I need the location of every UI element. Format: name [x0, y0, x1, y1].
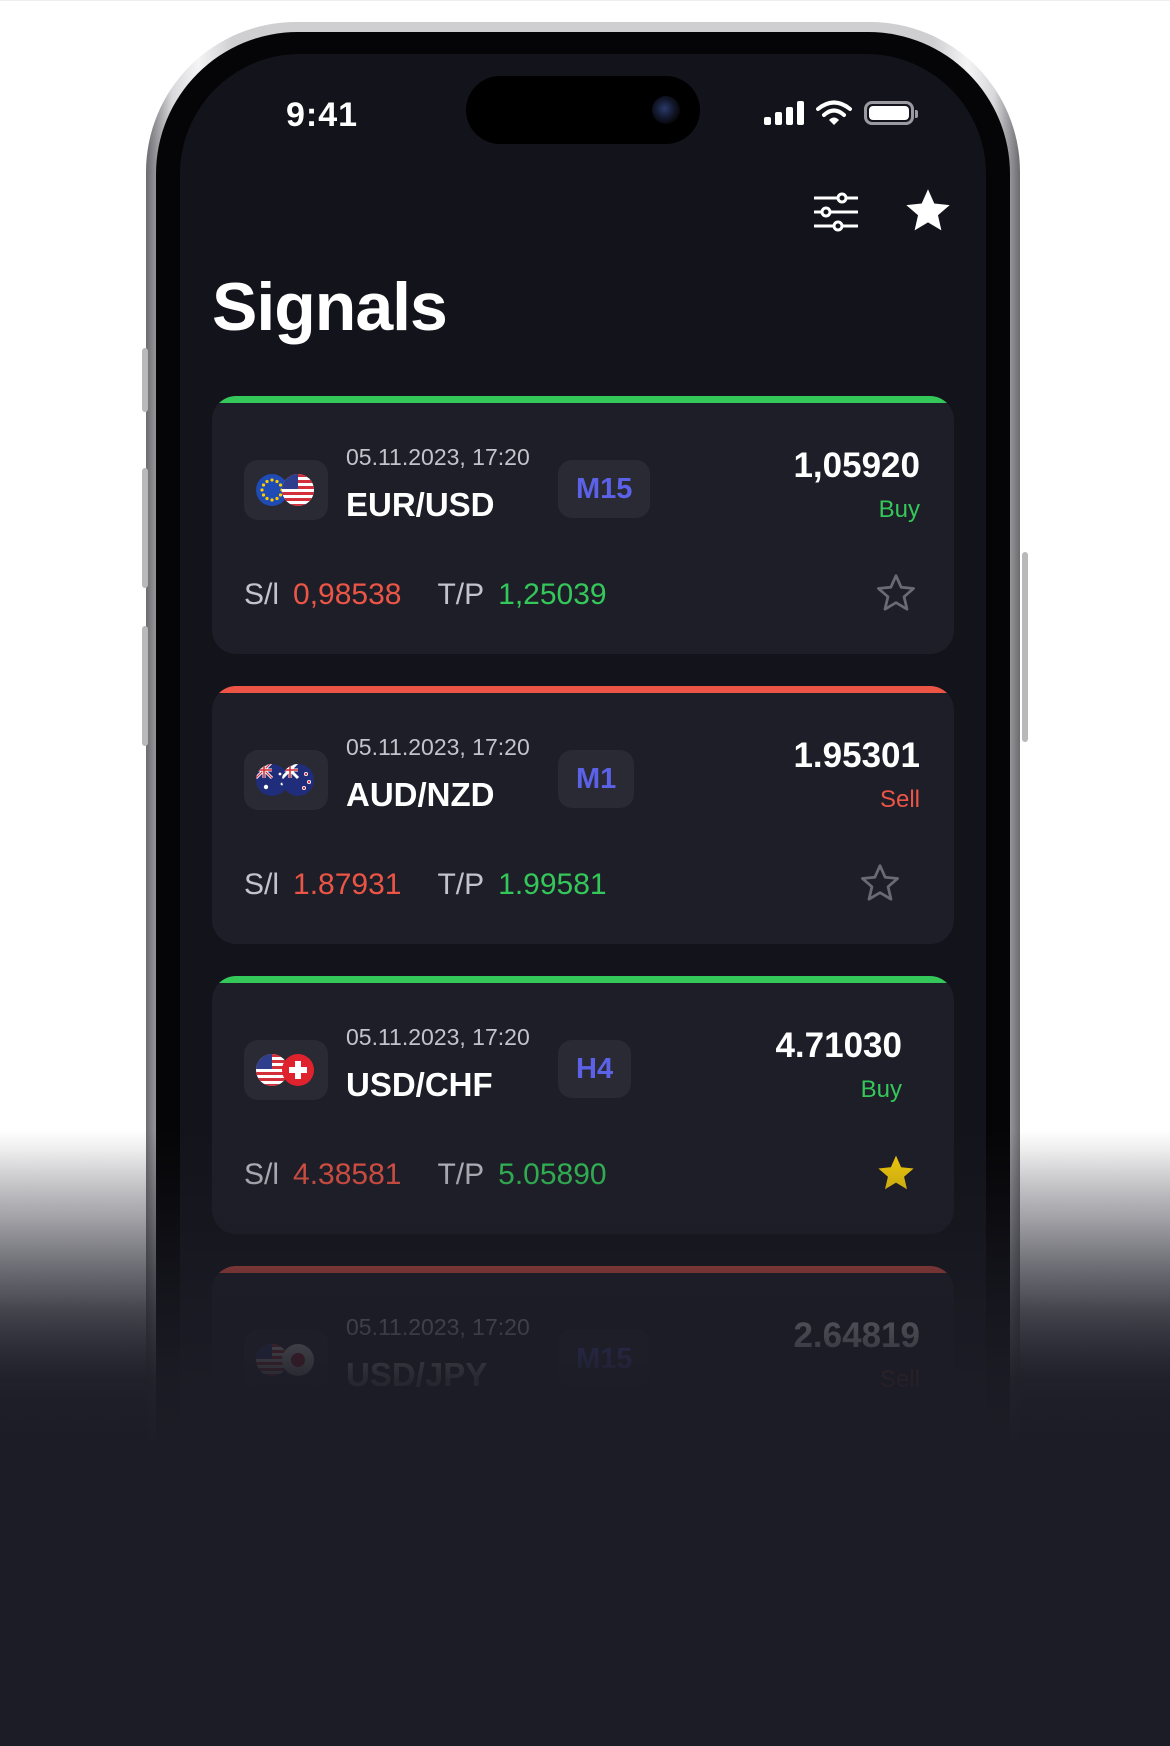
currency-pair: AUD/NZD: [346, 776, 495, 813]
filter-button[interactable]: [808, 184, 864, 240]
buy-indicator: [212, 976, 954, 983]
signal-levels: S/l 1.87931 T/P 1.99581: [244, 868, 607, 902]
stop-loss-value: 4.38581: [293, 1158, 402, 1191]
flag-pair: [244, 1040, 328, 1100]
signal-price: 1.95301: [793, 736, 920, 775]
buy-indicator: [212, 396, 954, 403]
take-profit-value: 5.05890: [498, 1158, 607, 1191]
jp-flag-icon: [282, 1344, 314, 1376]
stop-loss-label: S/l: [244, 1158, 280, 1191]
timeframe-badge: M15: [558, 460, 651, 518]
signal-levels: S/l 2.19539 T/P 2.84910: [244, 1448, 607, 1482]
star-filled-icon[interactable]: [874, 1442, 918, 1486]
stop-loss-value: 0,98538: [293, 578, 402, 611]
timeframe-badge: H4: [558, 1040, 632, 1098]
camera-icon: [652, 96, 680, 124]
flag-pair: [244, 1330, 328, 1390]
signal-price: 4.71030: [775, 1026, 902, 1065]
take-profit-value: 1.99581: [498, 868, 607, 901]
take-profit-value: 1,25039: [498, 578, 607, 611]
signal-side: Sell: [879, 1366, 920, 1393]
us-flag-icon: [282, 474, 314, 506]
timeframe-badge: M1: [558, 750, 635, 808]
signal-card[interactable]: 05.11.2023, 17:20 EUR/USD M15 1,05920 Bu…: [212, 396, 954, 654]
take-profit-label: T/P: [437, 1448, 485, 1481]
star-filled-icon[interactable]: [874, 1152, 918, 1196]
take-profit-label: T/P: [437, 868, 485, 901]
stop-loss-value: 2.19539: [293, 1448, 402, 1481]
volume-down-button: [142, 626, 148, 746]
signal-price: 2.64819: [793, 1316, 920, 1355]
cellular-signal-icon: [764, 101, 804, 125]
screen: 9:41 Signals 05.11.2023, 17:20 EUR/USD M…: [180, 54, 986, 1746]
stop-loss-value: 1.87931: [293, 868, 402, 901]
signal-card[interactable]: 05.11.2023, 17:20 USD/CHF H4 4.71030 Buy…: [212, 976, 954, 1234]
sliders-icon: [814, 192, 858, 232]
signal-list: 05.11.2023, 17:20 EUR/USD M15 1,05920 Bu…: [212, 396, 954, 1556]
star-icon: [906, 189, 950, 231]
page-title: Signals: [212, 269, 448, 345]
side-button: [142, 348, 148, 412]
favorites-button[interactable]: [900, 184, 956, 240]
signal-date: 05.11.2023, 17:20: [346, 444, 530, 470]
star-outline-icon[interactable]: [858, 862, 902, 906]
signal-side: Buy: [860, 1076, 902, 1103]
dynamic-island: [466, 76, 700, 144]
currency-pair: USD/CHF: [346, 1066, 493, 1103]
header-actions: [808, 184, 956, 240]
ch-flag-icon: [282, 1054, 314, 1086]
stop-loss-label: S/l: [244, 868, 280, 901]
status-time: 9:41: [286, 96, 359, 134]
signal-price: 1,05920: [793, 446, 920, 485]
sell-indicator: [212, 1266, 954, 1273]
signal-date: 05.11.2023, 17:20: [346, 1024, 530, 1050]
star-outline-icon[interactable]: [874, 572, 918, 616]
currency-pair: USD/JPY: [346, 1356, 488, 1393]
flag-pair: [244, 750, 328, 810]
signal-side: Buy: [878, 496, 920, 523]
take-profit-label: T/P: [437, 1158, 485, 1191]
flag-pair: [244, 460, 328, 520]
currency-pair: EUR/USD: [346, 486, 495, 523]
status-bar: 9:41: [180, 54, 986, 174]
timeframe-badge: M15: [558, 1330, 651, 1388]
battery-icon: [864, 101, 918, 125]
signal-date: 05.11.2023, 17:20: [346, 1314, 530, 1340]
signal-side: Sell: [879, 786, 920, 813]
wifi-icon: [816, 100, 852, 125]
take-profit-value: 2.84910: [498, 1448, 607, 1481]
signal-card[interactable]: 05.11.2023, 17:20 USD/JPY M15 2.64819 Se…: [212, 1266, 954, 1524]
stop-loss-label: S/l: [244, 578, 280, 611]
signal-date: 05.11.2023, 17:20: [346, 734, 530, 760]
signal-levels: S/l 0,98538 T/P 1,25039: [244, 578, 607, 612]
stop-loss-label: S/l: [244, 1448, 280, 1481]
power-button: [1022, 552, 1028, 742]
nz-flag-icon: [282, 764, 314, 796]
status-icons: [764, 100, 918, 126]
signal-levels: S/l 4.38581 T/P 5.05890: [244, 1158, 607, 1192]
volume-up-button: [142, 468, 148, 588]
signal-card[interactable]: 05.11.2023, 17:20 AUD/NZD M1 1.95301 Sel…: [212, 686, 954, 944]
sell-indicator: [212, 686, 954, 693]
take-profit-label: T/P: [437, 578, 485, 611]
